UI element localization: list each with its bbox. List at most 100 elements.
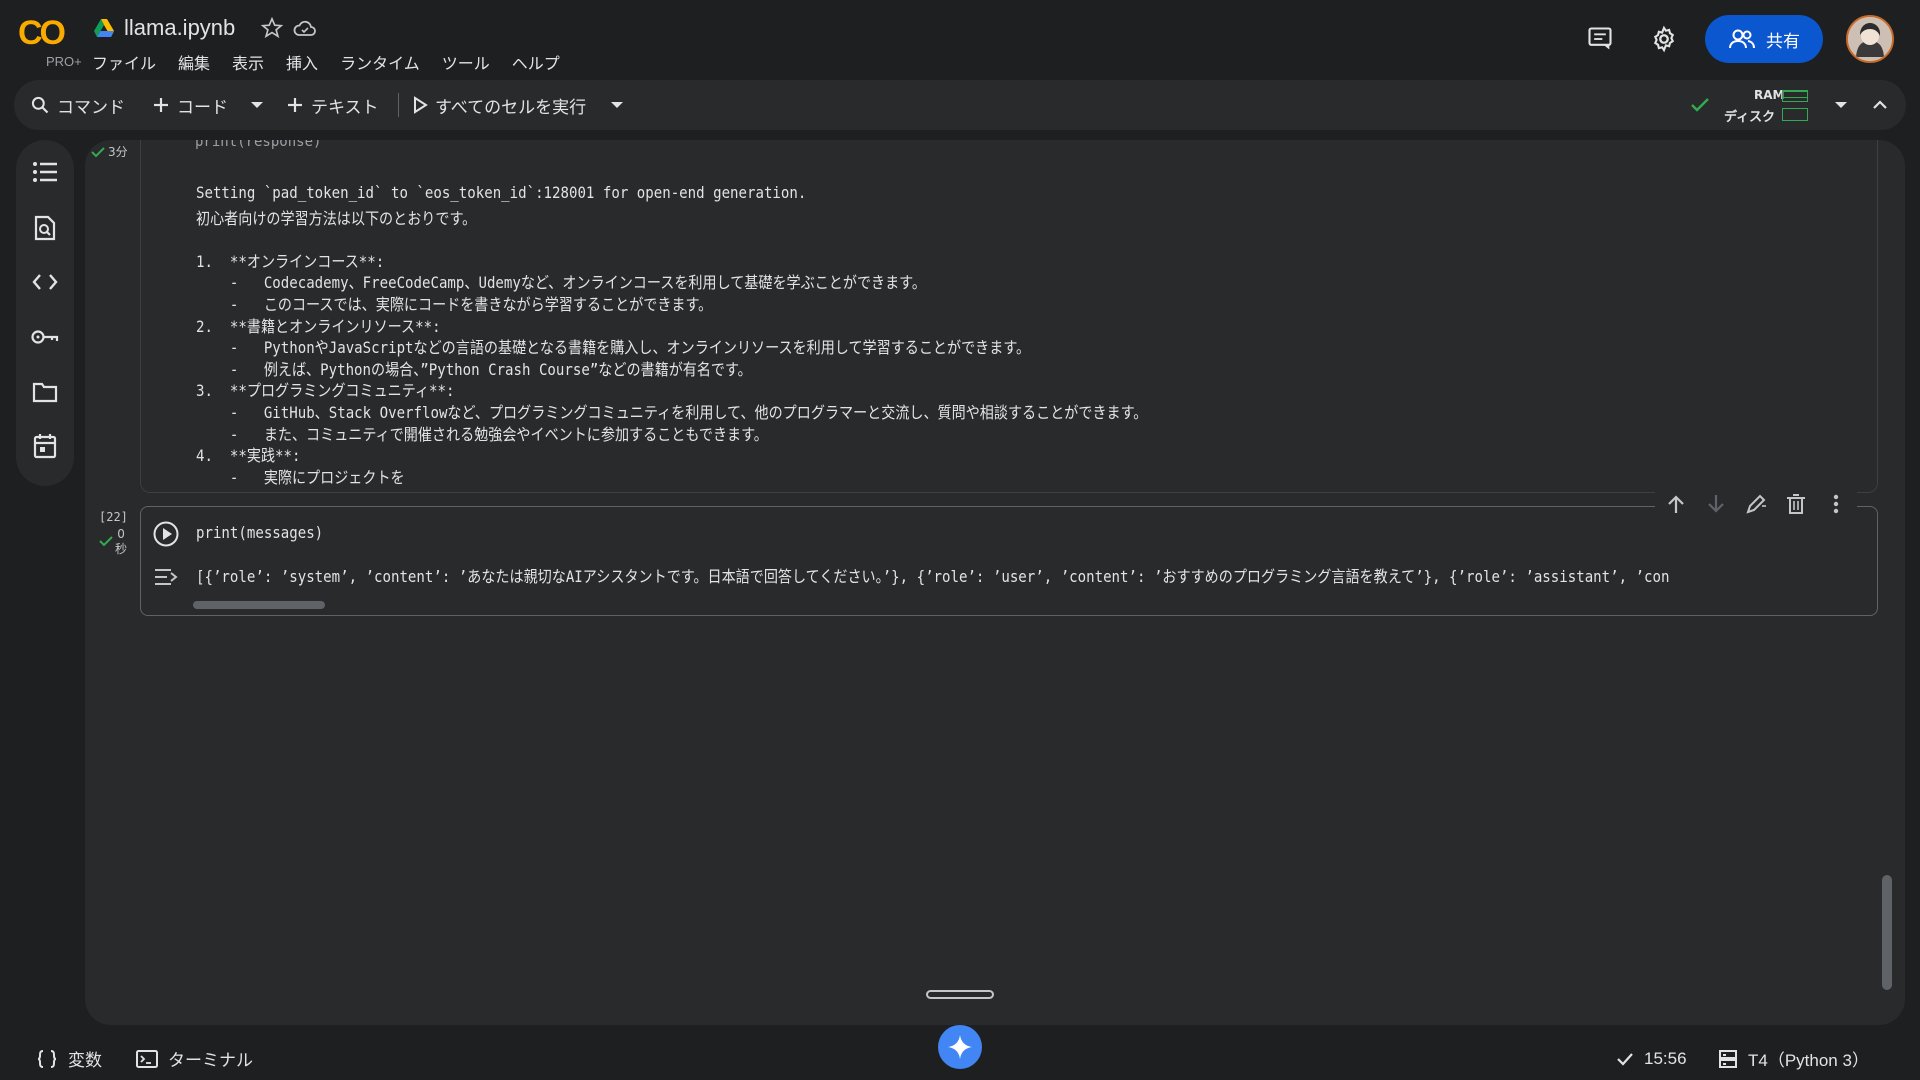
terminal-button[interactable]: ターミナル (136, 1037, 253, 1080)
horizontal-scrollbar[interactable] (193, 601, 325, 609)
cell2-exec-count: [22] (99, 510, 128, 524)
cell-toolbar (1655, 484, 1857, 524)
ram-usage-bar (1782, 90, 1808, 102)
connected-check-icon (1690, 80, 1710, 130)
output-line: - 例えば、Pythonの場合、”Python Crash Course”などの… (196, 359, 752, 379)
plus-icon (152, 96, 170, 114)
ram-label: RAM (1754, 88, 1785, 102)
table-of-contents-icon[interactable] (31, 158, 59, 186)
menu-help[interactable]: ヘルプ (512, 50, 560, 74)
variables-label: 変数 (68, 1051, 102, 1070)
resource-monitor[interactable]: RAM ディスク (1724, 84, 1808, 126)
text-label: テキスト (311, 97, 379, 117)
notebook-title[interactable]: llama.ipynb (124, 15, 235, 41)
code-editor[interactable]: print(messages) (196, 521, 323, 545)
output-line: 初心者向けの学習方法は以下のとおりです。 (196, 208, 477, 228)
code-dropdown-chevron-icon[interactable] (250, 80, 264, 130)
run-all-label: すべてのセルを実行 (435, 97, 587, 117)
user-avatar[interactable] (1846, 15, 1894, 63)
run-cell-button[interactable] (153, 521, 179, 551)
cell1-status: 3分 (91, 143, 128, 160)
delete-trash-icon[interactable] (1783, 491, 1809, 517)
output-line: 4. **実践**: (196, 446, 301, 466)
move-down-arrow-icon[interactable] (1703, 491, 1729, 517)
toolbar-divider (398, 93, 399, 117)
plus-icon (286, 96, 304, 114)
check-icon (1616, 1051, 1634, 1067)
terminal-icon (136, 1049, 158, 1068)
more-options-icon[interactable] (1823, 491, 1849, 517)
add-text-cell-button[interactable]: テキスト (286, 80, 379, 130)
run-all-button[interactable]: すべてのセルを実行 (412, 80, 586, 130)
logo-subtitle: PRO+ (46, 54, 82, 69)
code-cell[interactable]: print(messages) [{’role’: ’system’, ’con… (140, 506, 1878, 616)
cell2-output-text: [{’role’: ’system’, ’content’: ’あなたは親切なA… (196, 567, 1670, 586)
menu-file[interactable]: ファイル (92, 50, 156, 74)
menu-insert[interactable]: 挿入 (286, 50, 318, 74)
resources-dropdown-chevron-icon[interactable] (1834, 80, 1848, 130)
run-all-dropdown-chevron-icon[interactable] (610, 80, 624, 130)
status-bar: 変数 ターミナル 15:56 T4（Python 3） (0, 1037, 1920, 1080)
search-icon (30, 95, 50, 115)
output-line: 1. **オンラインコース**: (196, 251, 385, 271)
output-line: - 実際にプロジェクトを (196, 467, 405, 487)
output-line: - PythonやJavaScriptなどの言語の基礎となる書籍を購入し、オンラ… (196, 338, 1031, 358)
success-check-icon (99, 536, 113, 547)
code-text: print(messages) (196, 523, 324, 542)
people-icon (1728, 28, 1756, 50)
settings-gear-icon[interactable] (1644, 19, 1684, 59)
calendar-schedule-icon[interactable] (31, 432, 59, 460)
menu-runtime[interactable]: ランタイム (340, 50, 420, 74)
runtime-label: T4（Python 3） (1748, 1051, 1869, 1070)
notebook-area: 3分 print(response) Setting `pad_token_id… (85, 140, 1905, 1025)
output-line: - Codecademy、FreeCodeCamp、Udemyなど、オンラインコ… (196, 273, 926, 293)
play-circle-icon (153, 521, 179, 547)
logo-text: CO (18, 14, 66, 52)
cloud-save-icon[interactable] (293, 17, 317, 39)
menu-edit[interactable]: 編集 (178, 50, 210, 74)
command-label: コマンド (57, 97, 125, 117)
collapse-chevron-up-icon[interactable] (1872, 80, 1888, 130)
cell2-exec-time: 0 (117, 527, 125, 541)
terminal-label: ターミナル (168, 1051, 253, 1070)
cell2-exec-time-unit: 秒 (115, 542, 128, 556)
output-line: - また、コミュニティで開催される勉強会やイベントに参加することもできます。 (196, 424, 768, 444)
code-label: コード (177, 97, 228, 117)
google-drive-icon (94, 19, 114, 37)
secrets-key-icon[interactable] (31, 323, 59, 351)
menu-bar: ファイル 編集 表示 挿入 ランタイム ツール ヘルプ (92, 50, 560, 74)
variables-button[interactable]: 変数 (36, 1037, 102, 1080)
resize-handle[interactable] (926, 990, 994, 999)
vertical-scrollbar[interactable] (1882, 875, 1892, 990)
output-line: - GitHub、Stack Overflowなど、プログラミングコミュニティを… (196, 403, 1148, 422)
braces-icon (36, 1049, 58, 1069)
runtime-info[interactable]: T4（Python 3） (1718, 1037, 1869, 1080)
menu-tools[interactable]: ツール (442, 50, 490, 74)
cell1-output: Setting `pad_token_id` to `eos_token_id`… (140, 140, 1878, 493)
play-icon (412, 96, 428, 114)
find-in-document-icon[interactable] (31, 214, 59, 242)
notebook-toolbar: コマンド コード テキスト すべてのセルを実行 RAM ディスク (14, 80, 1906, 130)
output-line: 3. **プログラミングコミュニティ**: (196, 381, 455, 401)
menu-view[interactable]: 表示 (232, 50, 264, 74)
disk-label: ディスク (1724, 110, 1776, 125)
colab-logo[interactable]: CO PRO+ (18, 14, 82, 69)
cell1-exec-time: 3分 (108, 145, 128, 159)
output-line: 2. **書籍とオンラインリソース**: (196, 316, 441, 336)
output-line: Setting `pad_token_id` to `eos_token_id`… (196, 183, 807, 202)
code-snippets-icon[interactable] (31, 268, 59, 296)
execution-status[interactable]: 15:56 (1616, 1037, 1687, 1080)
star-icon[interactable] (261, 17, 284, 39)
disk-usage-bar (1782, 108, 1808, 121)
cell2-gutter: [22] 0 秒 (99, 510, 128, 557)
add-code-cell-button[interactable]: コード (152, 80, 228, 130)
files-folder-icon[interactable] (31, 378, 59, 406)
comments-icon[interactable] (1580, 19, 1620, 59)
title-row: llama.ipynb (94, 14, 317, 42)
edit-pen-icon[interactable] (1743, 491, 1769, 517)
last-run-time: 15:56 (1644, 1048, 1687, 1068)
command-palette-button[interactable]: コマンド (30, 80, 125, 130)
output-actions-icon[interactable] (153, 567, 179, 591)
share-button[interactable]: 共有 (1705, 15, 1823, 63)
move-up-arrow-icon[interactable] (1663, 491, 1689, 517)
